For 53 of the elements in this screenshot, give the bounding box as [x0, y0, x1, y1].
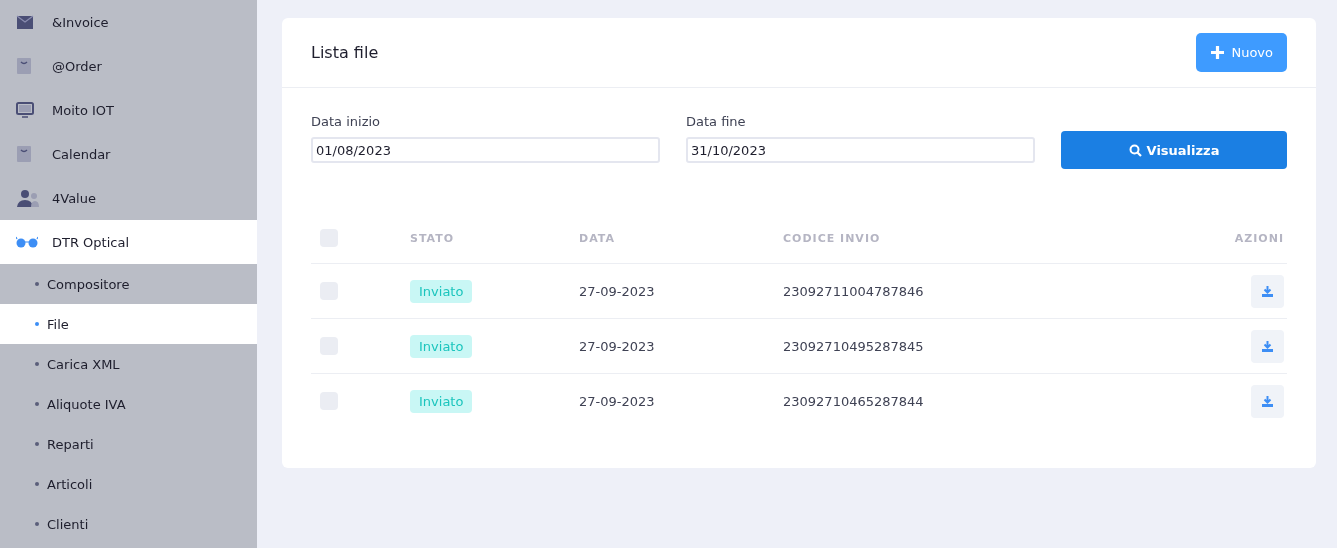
bullet-icon: [35, 402, 39, 406]
bullet-icon: [35, 362, 39, 366]
people-icon: [16, 189, 40, 207]
bullet-icon: [35, 282, 39, 286]
bag-icon: [16, 57, 32, 75]
glasses-icon: [16, 236, 38, 248]
status-badge: Inviato: [410, 334, 473, 358]
bullet-icon: [35, 482, 39, 486]
status-badge: Inviato: [410, 389, 473, 413]
nav-item[interactable]: @Order: [0, 44, 257, 88]
nav-subitem[interactable]: Carica XML: [0, 344, 257, 384]
bullet-icon: [35, 322, 39, 326]
card-title: Lista file: [311, 43, 379, 62]
nav-subitem[interactable]: Compositore: [0, 264, 257, 304]
table-cell: 23092711004787846: [783, 283, 924, 299]
status-badge: Inviato: [410, 279, 473, 303]
download-button[interactable]: [1251, 329, 1284, 363]
bullet-icon: [35, 522, 39, 526]
nav-subitem[interactable]: Clienti: [0, 504, 257, 544]
nav-subitem[interactable]: Reparti: [0, 424, 257, 464]
plus-icon: [1210, 45, 1226, 60]
column-header: AZIONI: [1234, 231, 1284, 245]
nav-item[interactable]: 4Value: [0, 176, 257, 220]
table-cell: 27-09-2023: [579, 338, 655, 354]
search-icon: [1128, 143, 1142, 157]
bullet-icon: [35, 442, 39, 446]
field-label: Data inizio: [311, 114, 382, 129]
nav-item[interactable]: &Invoice: [0, 0, 257, 44]
table-cell: 23092710495287845: [783, 338, 924, 354]
monitor-icon: [16, 102, 34, 118]
nav-subitem[interactable]: Articoli: [0, 464, 257, 504]
download-icon: [1261, 339, 1274, 353]
date-field[interactable]: 01/08/2023: [311, 137, 660, 163]
bag-icon: [16, 145, 32, 163]
column-header: CODICE INVIO: [783, 231, 881, 245]
download-icon: [1261, 284, 1274, 298]
table-cell: 23092710465287844: [783, 393, 924, 409]
field-label: Data fine: [686, 114, 747, 129]
nav-item[interactable]: DTR Optical: [0, 220, 257, 264]
table-cell: 27-09-2023: [579, 393, 655, 409]
column-header: STATO: [410, 231, 455, 245]
nav-item[interactable]: Calendar: [0, 132, 257, 176]
envelope-icon: [16, 14, 34, 30]
download-button[interactable]: [1251, 274, 1284, 308]
nav-subitem[interactable]: Aliquote IVA: [0, 384, 257, 424]
date-field[interactable]: 31/10/2023: [686, 137, 1035, 163]
nav-subitem[interactable]: File: [0, 304, 257, 344]
download-icon: [1261, 394, 1274, 408]
view-button[interactable]: Visualizza: [1061, 131, 1287, 169]
table-cell: 27-09-2023: [579, 283, 655, 299]
column-header: DATA: [579, 231, 615, 245]
nav-item[interactable]: Moito IOT: [0, 88, 257, 132]
download-button[interactable]: [1251, 384, 1284, 418]
